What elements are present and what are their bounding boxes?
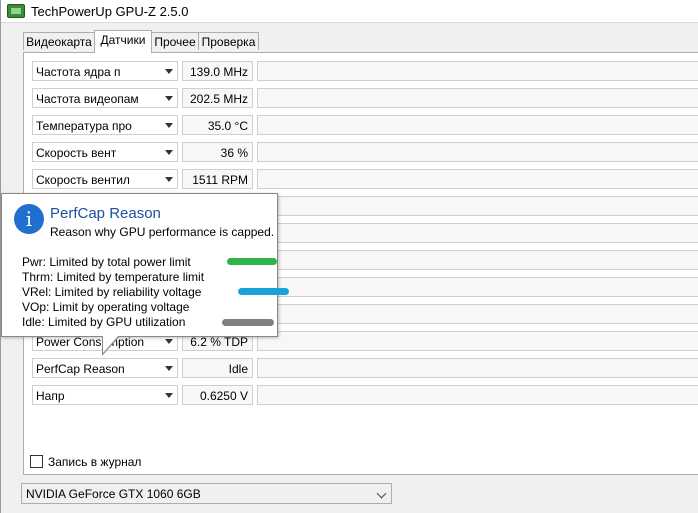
title-bar[interactable]: TechPowerUp GPU-Z 2.5.0 bbox=[1, 0, 698, 23]
sensor-value: 6.2 % TDP bbox=[190, 335, 248, 349]
sensor-value: 139.0 MHz bbox=[189, 65, 248, 79]
sensor-value: 202.5 MHz bbox=[189, 92, 248, 106]
blue-highlight-marker bbox=[238, 288, 289, 295]
tab-validation[interactable]: Проверка bbox=[198, 32, 259, 50]
dropdown-arrow-icon bbox=[165, 393, 173, 398]
sensor-graph bbox=[257, 223, 698, 243]
sensor-row: PerfCap Reason Idle bbox=[32, 358, 698, 378]
sensor-name: Power Consumption bbox=[36, 335, 145, 349]
tab-graphics-card[interactable]: Видеокарта bbox=[23, 32, 95, 50]
sensor-value: Idle bbox=[228, 362, 248, 376]
sensor-name: Напр bbox=[36, 389, 65, 403]
tooltip-line: Pwr: Limited by total power limit bbox=[22, 255, 191, 269]
sensor-selector[interactable]: Частота видеопам bbox=[32, 88, 178, 108]
sensor-value: 35.0 °C bbox=[207, 119, 248, 133]
sensor-selector[interactable]: Скорость вентил bbox=[32, 169, 178, 189]
sensor-selector[interactable]: Температура про bbox=[32, 115, 178, 135]
sensor-name: Частота ядра п bbox=[36, 65, 121, 79]
perfcap-tooltip: i PerfCap Reason Reason why GPU performa… bbox=[1, 193, 278, 337]
sensor-graph bbox=[257, 358, 698, 378]
gpuz-window: TechPowerUp GPU-Z 2.5.0 Видеокарта Датчи… bbox=[0, 0, 698, 513]
log-to-file-checkbox[interactable] bbox=[30, 455, 43, 468]
sensor-graph bbox=[257, 61, 698, 81]
dropdown-arrow-icon bbox=[165, 69, 173, 74]
sensor-selector[interactable]: PerfCap Reason bbox=[32, 358, 178, 378]
sensor-value-box: 1511 RPM bbox=[182, 169, 253, 189]
sensor-graph bbox=[257, 169, 698, 189]
tooltip-title: PerfCap Reason bbox=[50, 205, 161, 222]
sensor-graph bbox=[257, 250, 698, 270]
tooltip-pointer-fill bbox=[103, 335, 119, 353]
sensor-value-box: 35.0 °C bbox=[182, 115, 253, 135]
sensor-value-box: 0.6250 V bbox=[182, 385, 253, 405]
sensor-name: PerfCap Reason bbox=[36, 362, 125, 376]
sensor-value-box: 202.5 MHz bbox=[182, 88, 253, 108]
sensor-value: 0.6250 V bbox=[199, 389, 248, 403]
sensor-value-box: 139.0 MHz bbox=[182, 61, 253, 81]
sensor-name: Частота видеопам bbox=[36, 92, 139, 106]
chevron-down-icon bbox=[376, 488, 387, 499]
gpu-name: NVIDIA GeForce GTX 1060 6GB bbox=[26, 487, 201, 501]
sensor-graph bbox=[257, 304, 698, 324]
sensor-value: 36 % bbox=[220, 146, 248, 160]
sensor-row: Скорость вент 36 % bbox=[32, 142, 698, 162]
sensor-graph bbox=[257, 88, 698, 108]
tooltip-subtitle: Reason why GPU performance is capped. bbox=[50, 225, 275, 239]
sensor-value: 1511 RPM bbox=[192, 173, 248, 187]
tooltip-line: Idle: Limited by GPU utilization bbox=[22, 315, 186, 329]
sensor-name: Скорость вент bbox=[36, 146, 117, 160]
tooltip-line: VOp: Limit by operating voltage bbox=[22, 300, 190, 314]
sensor-selector[interactable]: Скорость вент bbox=[32, 142, 178, 162]
sensor-row: Частота ядра п 139.0 MHz bbox=[32, 61, 698, 81]
dropdown-arrow-icon bbox=[165, 150, 173, 155]
sensor-selector[interactable]: Частота ядра п bbox=[32, 61, 178, 81]
sensor-graph bbox=[257, 331, 698, 351]
dropdown-arrow-icon bbox=[165, 366, 173, 371]
sensor-graph bbox=[257, 142, 698, 162]
sensor-row: Скорость вентил 1511 RPM bbox=[32, 169, 698, 189]
dropdown-arrow-icon bbox=[165, 177, 173, 182]
sensor-graph bbox=[257, 277, 698, 297]
window-title: TechPowerUp GPU-Z 2.5.0 bbox=[31, 4, 189, 19]
sensor-graph bbox=[257, 196, 698, 216]
sensor-graph bbox=[257, 385, 698, 405]
gpuz-app-icon bbox=[7, 4, 25, 18]
tooltip-line: VRel: Limited by reliability voltage bbox=[22, 285, 202, 299]
dropdown-arrow-icon bbox=[165, 123, 173, 128]
sensor-value-box: Idle bbox=[182, 358, 253, 378]
dropdown-arrow-icon bbox=[165, 339, 173, 344]
tab-advanced[interactable]: Прочее bbox=[151, 32, 199, 50]
sensor-row: Частота видеопам 202.5 MHz bbox=[32, 88, 698, 108]
sensor-graph bbox=[257, 115, 698, 135]
dropdown-arrow-icon bbox=[165, 96, 173, 101]
log-to-file-label: Запись в журнал bbox=[48, 455, 142, 469]
gray-highlight-marker bbox=[222, 319, 274, 326]
sensor-name: Температура про bbox=[36, 119, 132, 133]
sensor-name: Скорость вентил bbox=[36, 173, 130, 187]
tab-sensors[interactable]: Датчики bbox=[94, 30, 152, 53]
sensor-row: Температура про 35.0 °C bbox=[32, 115, 698, 135]
sensor-row: Напр 0.6250 V bbox=[32, 385, 698, 405]
gpu-selector[interactable]: NVIDIA GeForce GTX 1060 6GB bbox=[21, 483, 392, 504]
sensor-selector[interactable]: Напр bbox=[32, 385, 178, 405]
sensor-value-box: 36 % bbox=[182, 142, 253, 162]
tooltip-line: Thrm: Limited by temperature limit bbox=[22, 270, 205, 284]
info-icon: i bbox=[14, 204, 44, 234]
green-highlight-marker bbox=[227, 258, 277, 265]
